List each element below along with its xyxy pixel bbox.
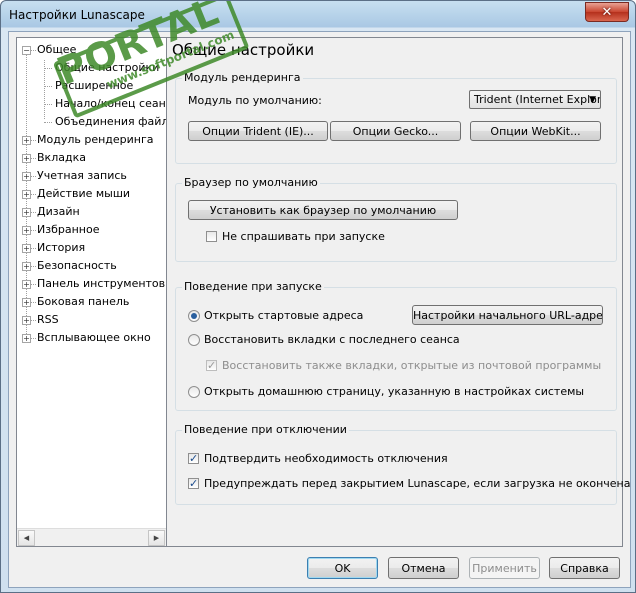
tree-line [44, 122, 52, 123]
tree-item[interactable]: Модуль рендеринга [37, 132, 154, 148]
tree-line [44, 86, 52, 87]
tree-item[interactable]: Учетная запись [37, 168, 127, 184]
expand-icon[interactable]: + [22, 298, 31, 307]
help-button[interactable]: Справка [549, 557, 620, 579]
tree-line [31, 284, 36, 285]
tree-item[interactable]: Объединения файлов [55, 114, 166, 130]
tree-item[interactable]: Вкладка [37, 150, 86, 166]
expand-icon[interactable]: + [22, 262, 31, 271]
no-ask-checkbox[interactable] [206, 231, 217, 242]
gecko-options-button[interactable]: Опции Gecko... [330, 121, 461, 141]
webkit-options-button[interactable]: Опции WebKit... [470, 121, 601, 141]
title-bar[interactable]: Настройки Lunascape ✕ [1, 1, 635, 29]
open-home-label: Открыть домашнюю страницу, указанную в н… [204, 385, 585, 398]
settings-panel: Общие настройки Модуль рендеринга Модуль… [166, 37, 630, 547]
warn-download-label: Предупреждать перед закрытием Lunascape,… [204, 477, 631, 490]
tree-horizontal-scrollbar[interactable]: ◀ ▶ [17, 528, 166, 546]
page-title: Общие настройки [172, 41, 315, 59]
restore-mail-checkbox[interactable]: ✓ [206, 360, 217, 371]
expand-icon[interactable]: + [22, 244, 31, 253]
expand-icon[interactable]: + [22, 208, 31, 217]
default-module-label: Модуль по умолчанию: [188, 94, 322, 107]
default-module-select[interactable]: Trident (Internet Explorer) ▼ [469, 90, 601, 109]
render-module-group: Модуль рендеринга Модуль по умолчанию: T… [175, 71, 617, 164]
tree-line [31, 158, 36, 159]
tree-line [31, 176, 36, 177]
tree-item[interactable]: Общее [37, 42, 76, 58]
startup-group: Поведение при запуске Открыть стартовые … [175, 280, 617, 411]
apply-button[interactable]: Применить [469, 557, 540, 579]
tree-item[interactable]: Расширенное [55, 78, 133, 94]
tree-line [44, 68, 52, 69]
trident-options-button[interactable]: Опции Trident (IE)... [188, 121, 328, 141]
tree-line [31, 230, 36, 231]
group-label: Модуль рендеринга [182, 71, 303, 84]
tree-item[interactable]: Начало/конец сеанса [55, 96, 166, 112]
tree-line [31, 140, 36, 141]
tree-item[interactable]: Всплывающее окно [37, 330, 151, 346]
expand-icon[interactable]: + [22, 154, 31, 163]
tree-line [31, 302, 36, 303]
tree-item[interactable]: Панель инструментов [37, 276, 165, 292]
tree-line [31, 50, 36, 51]
expand-icon[interactable]: + [22, 280, 31, 289]
window-title: Настройки Lunascape [9, 8, 145, 22]
tree-item[interactable]: Действие мыши [37, 186, 130, 202]
expand-icon[interactable]: + [22, 316, 31, 325]
settings-window: Настройки Lunascape ✕ − Общее Общие настро… [0, 0, 636, 593]
scroll-left-icon[interactable]: ◀ [18, 530, 35, 546]
group-label: Поведение при отключении [182, 423, 349, 436]
open-start-label: Открыть стартовые адреса [204, 309, 364, 322]
tree-item[interactable]: RSS [37, 312, 59, 328]
restore-mail-label: Восстановить также вкладки, открытые из … [222, 359, 602, 372]
start-url-settings-button[interactable]: Настройки начального URL-адреса [412, 305, 603, 325]
tree-line [31, 320, 36, 321]
expand-icon[interactable]: + [22, 136, 31, 145]
confirm-exit-label: Подтвердить необходимость отключения [204, 452, 448, 465]
tree-line [31, 212, 36, 213]
tree-item[interactable]: Боковая панель [37, 294, 129, 310]
scroll-right-icon[interactable]: ▶ [148, 530, 165, 546]
default-browser-group: Браузер по умолчанию Установить как брау… [175, 176, 617, 262]
default-module-value: Trident (Internet Explorer) [474, 93, 601, 106]
close-button[interactable]: ✕ [585, 2, 629, 22]
tree-line [31, 248, 36, 249]
group-label: Поведение при запуске [182, 280, 324, 293]
expand-icon[interactable]: + [22, 226, 31, 235]
no-ask-label: Не спрашивать при запуске [222, 230, 385, 243]
collapse-icon[interactable]: − [22, 46, 31, 55]
restore-tabs-radio[interactable] [188, 334, 200, 346]
dialog-client: − Общее Общие настройки Расширенное Начало/к… [8, 31, 631, 588]
tree-line [31, 338, 36, 339]
tree-item[interactable]: Дизайн [37, 204, 80, 220]
warn-download-checkbox[interactable]: ✓ [188, 478, 199, 489]
shutdown-group: Поведение при отключении ✓ Подтвердить н… [175, 423, 630, 505]
open-start-radio[interactable] [188, 310, 200, 322]
tree-line [44, 104, 52, 105]
close-icon: ✕ [601, 4, 613, 20]
tree-item[interactable]: Общие настройки [55, 60, 159, 76]
expand-icon[interactable]: + [22, 172, 31, 181]
chevron-down-icon: ▼ [589, 95, 596, 105]
tree-item[interactable]: Избранное [37, 222, 99, 238]
expand-icon[interactable]: + [22, 190, 31, 199]
tree-line [31, 266, 36, 267]
restore-tabs-label: Восстановить вкладки с последнего сеанса [204, 333, 460, 346]
expand-icon[interactable]: + [22, 334, 31, 343]
confirm-exit-checkbox[interactable]: ✓ [188, 453, 199, 464]
cancel-button[interactable]: Отмена [388, 557, 459, 579]
tree-item[interactable]: Безопасность [37, 258, 117, 274]
open-home-radio[interactable] [188, 386, 200, 398]
set-default-browser-button[interactable]: Установить как браузер по умолчанию [188, 200, 458, 220]
tree-item[interactable]: История [37, 240, 85, 256]
ok-button[interactable]: OK [307, 557, 378, 579]
tree-line [31, 194, 36, 195]
group-label: Браузер по умолчанию [182, 176, 320, 189]
settings-tree[interactable]: − Общее Общие настройки Расширенное Начало/к… [16, 37, 167, 547]
